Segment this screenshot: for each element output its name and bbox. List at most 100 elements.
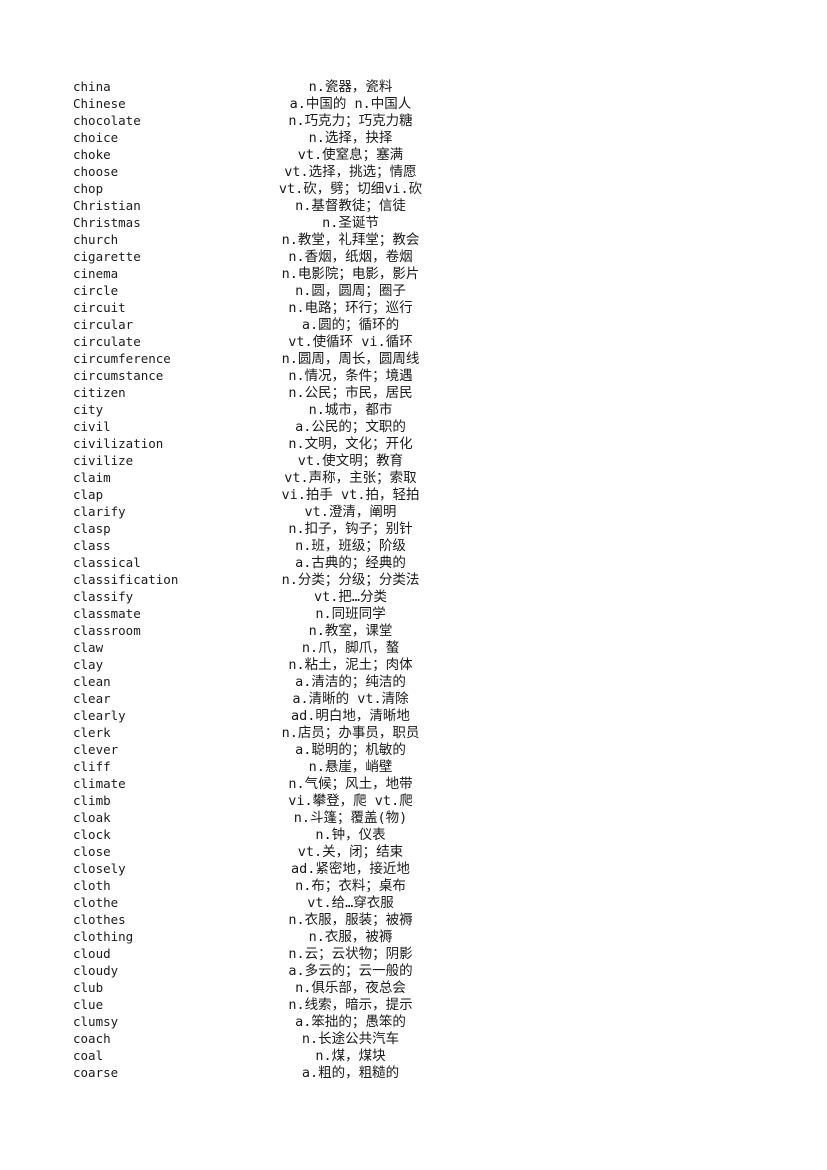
vocabulary-definition: n.分类；分级；分类法 — [281, 572, 420, 588]
vocabulary-entry-row: clarify vt.澄清，阐明 — [73, 503, 463, 520]
vocabulary-definition: vt.声称，主张；索取 — [284, 470, 417, 486]
vocabulary-term: clean — [73, 674, 111, 689]
vocabulary-term: clothes — [73, 912, 126, 927]
vocabulary-definition: vt.澄清，阐明 — [304, 504, 397, 520]
vocabulary-entry-row: cigarette n.香烟，纸烟，卷烟 — [73, 248, 463, 265]
vocabulary-definition: n.瓷器，瓷料 — [308, 79, 393, 95]
vocabulary-list: china n.瓷器，瓷料 Chinese a.中国的 n.中国人 chocolate n… — [73, 78, 463, 1081]
vocabulary-term: clever — [73, 742, 119, 757]
vocabulary-definition: n.云；云状物；阴影 — [288, 946, 413, 962]
vocabulary-definition: n.圆，圆周；圈子 — [295, 283, 406, 299]
vocabulary-term: choose — [73, 164, 119, 179]
vocabulary-entry-row: choke vt.使窒息；塞满 — [73, 146, 463, 163]
vocabulary-term: clarify — [73, 504, 126, 519]
vocabulary-definition: a.笨拙的；愚笨的 — [295, 1014, 406, 1030]
vocabulary-term: chocolate — [73, 113, 141, 128]
vocabulary-definition: n.城市，都市 — [308, 402, 393, 418]
vocabulary-definition: n.布；衣料；桌布 — [295, 878, 406, 894]
vocabulary-entry-row: clothes n.衣服，服装；被褥 — [73, 911, 463, 928]
vocabulary-term: class — [73, 538, 111, 553]
vocabulary-term: claw — [73, 640, 104, 655]
vocabulary-definition: n.长途公共汽车 — [301, 1031, 400, 1047]
vocabulary-entry-row: cloak n.斗篷；覆盖(物) — [73, 809, 463, 826]
vocabulary-entry-row: coal n.煤，煤块 — [73, 1047, 463, 1064]
vocabulary-term: classroom — [73, 623, 141, 638]
vocabulary-entry-row: close vt.关，闭；结束 — [73, 843, 463, 860]
vocabulary-definition: n.俱乐部，夜总会 — [295, 980, 406, 996]
vocabulary-term: climate — [73, 776, 126, 791]
vocabulary-term: cliff — [73, 759, 111, 774]
vocabulary-definition: vt.使文明；教育 — [297, 453, 404, 469]
vocabulary-entry-row: classification n.分类；分级；分类法 — [73, 571, 463, 588]
vocabulary-definition: n.线索，暗示，提示 — [288, 997, 413, 1013]
vocabulary-term: Christian — [73, 198, 141, 213]
vocabulary-term: city — [73, 402, 104, 417]
vocabulary-definition: a.粗的，粗糙的 — [301, 1065, 400, 1081]
vocabulary-entry-row: circumstance n.情况，条件；境遇 — [73, 367, 463, 384]
vocabulary-definition: n.粘土，泥土；肉体 — [288, 657, 413, 673]
vocabulary-definition: vt.使窒息；塞满 — [297, 147, 404, 163]
vocabulary-definition: n.圆周，周长，圆周线 — [281, 351, 420, 367]
vocabulary-definition: n.钟，仪表 — [315, 827, 386, 843]
vocabulary-term: cinema — [73, 266, 119, 281]
vocabulary-term: circulate — [73, 334, 141, 349]
vocabulary-term: coarse — [73, 1065, 119, 1080]
vocabulary-definition: n.情况，条件；境遇 — [288, 368, 413, 384]
vocabulary-definition: n.气候；风土，地带 — [288, 776, 413, 792]
vocabulary-definition: vt.关，闭；结束 — [297, 844, 404, 860]
vocabulary-term: classify — [73, 589, 134, 604]
vocabulary-definition: n.衣服，服装；被褥 — [288, 912, 413, 928]
vocabulary-definition: n.衣服，被褥 — [308, 929, 393, 945]
vocabulary-term: clay — [73, 657, 104, 672]
vocabulary-term: club — [73, 980, 104, 995]
vocabulary-entry-row: civilization n.文明，文化；开化 — [73, 435, 463, 452]
vocabulary-definition: ad.紧密地，接近地 — [291, 861, 410, 877]
vocabulary-definition: n.香烟，纸烟，卷烟 — [288, 249, 413, 265]
vocabulary-definition: a.清晰的 vt.清除 — [292, 691, 409, 707]
vocabulary-term: clap — [73, 487, 104, 502]
vocabulary-term: close — [73, 844, 111, 859]
vocabulary-definition: vt.使循环 vi.循环 — [288, 334, 413, 350]
vocabulary-entry-row: club n.俱乐部，夜总会 — [73, 979, 463, 996]
vocabulary-entry-row: cloud n.云；云状物；阴影 — [73, 945, 463, 962]
vocabulary-definition: a.古典的；经典的 — [295, 555, 406, 571]
vocabulary-term: clerk — [73, 725, 111, 740]
vocabulary-definition: a.中国的 n.中国人 — [289, 96, 412, 112]
vocabulary-entry-row: claim vt.声称，主张；索取 — [73, 469, 463, 486]
vocabulary-term: cloudy — [73, 963, 119, 978]
vocabulary-entry-row: civilize vt.使文明；教育 — [73, 452, 463, 469]
vocabulary-definition: n.扣子，钩子；别针 — [288, 521, 413, 537]
vocabulary-entry-row: Chinese a.中国的 n.中国人 — [73, 95, 463, 112]
vocabulary-definition: n.悬崖，峭壁 — [308, 759, 393, 775]
vocabulary-definition: vt.砍，劈；切细vi.砍 — [278, 181, 423, 197]
vocabulary-term: coal — [73, 1048, 104, 1063]
vocabulary-definition: vt.给…穿衣服 — [307, 895, 394, 911]
vocabulary-term: closely — [73, 861, 126, 876]
vocabulary-term: clothing — [73, 929, 134, 944]
vocabulary-entry-row: climate n.气候；风土，地带 — [73, 775, 463, 792]
vocabulary-entry-row: clear a.清晰的 vt.清除 — [73, 690, 463, 707]
vocabulary-entry-row: climb vi.攀登，爬 vt.爬 — [73, 792, 463, 809]
vocabulary-entry-row: circle n.圆，圆周；圈子 — [73, 282, 463, 299]
vocabulary-term: civilize — [73, 453, 134, 468]
vocabulary-term: circuit — [73, 300, 126, 315]
vocabulary-entry-row: clearly ad.明白地，清晰地 — [73, 707, 463, 724]
vocabulary-entry-row: class n.班，班级；阶级 — [73, 537, 463, 554]
vocabulary-entry-row: closely ad.紧密地，接近地 — [73, 860, 463, 877]
vocabulary-term: circular — [73, 317, 134, 332]
vocabulary-entry-row: clock n.钟，仪表 — [73, 826, 463, 843]
vocabulary-term: clear — [73, 691, 111, 706]
vocabulary-definition: n.巧克力；巧克力糖 — [288, 113, 413, 129]
vocabulary-entry-row: clothing n.衣服，被褥 — [73, 928, 463, 945]
vocabulary-definition: n.煤，煤块 — [315, 1048, 386, 1064]
vocabulary-term: cloak — [73, 810, 111, 825]
vocabulary-term: civil — [73, 419, 111, 434]
vocabulary-entry-row: choose vt.选择，挑选；情愿 — [73, 163, 463, 180]
vocabulary-entry-row: clasp n.扣子，钩子；别针 — [73, 520, 463, 537]
vocabulary-entry-row: clumsy a.笨拙的；愚笨的 — [73, 1013, 463, 1030]
vocabulary-term: clumsy — [73, 1014, 119, 1029]
vocabulary-entry-row: circulate vt.使循环 vi.循环 — [73, 333, 463, 350]
vocabulary-entry-row: claw n.爪，脚爪，螯 — [73, 639, 463, 656]
vocabulary-term: circumference — [73, 351, 171, 366]
vocabulary-definition: vi.攀登，爬 vt.爬 — [288, 793, 413, 809]
